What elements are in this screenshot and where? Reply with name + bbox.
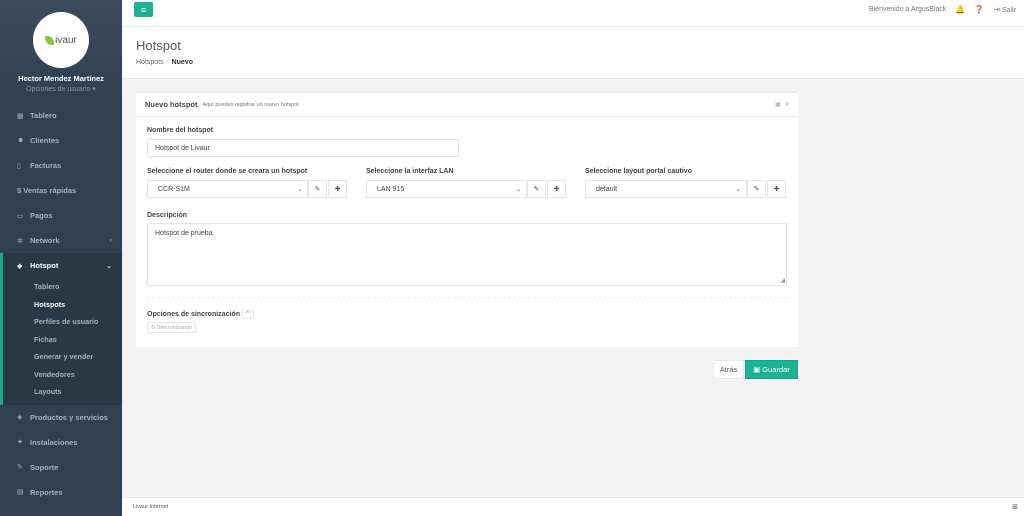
edit-layout-button[interactable]: ✎ <box>747 180 766 198</box>
submenu-item-generar[interactable]: Generar y vender <box>3 348 122 366</box>
welcome-text: Bienvenido a ArgusBlack <box>868 6 947 13</box>
sync-button[interactable]: ↻ Sincronizando <box>147 322 196 333</box>
sidebar-item-clientes[interactable]: ☻ Clientes <box>0 128 122 153</box>
edit-icon: ✎ <box>533 186 540 193</box>
divider <box>147 297 787 298</box>
sidebar-item-facturas[interactable]: ▯ Facturas <box>0 153 122 178</box>
sidebar-item-hotspot[interactable]: ◆ Hotspot ⌄ <box>0 253 122 278</box>
network-icon: ✲ <box>17 237 23 245</box>
tag-icon: ◈ <box>17 414 23 421</box>
dashboard-icon: ▦ <box>17 112 24 120</box>
plus-icon: ✚ <box>334 186 341 193</box>
chevron-up-icon: ⌃ <box>241 310 254 319</box>
footer: Livaur Internet ⊞ <box>122 497 1024 516</box>
refresh-icon: ↻ <box>151 324 156 331</box>
tool-icon: ✎ <box>17 464 23 471</box>
leaf-icon <box>45 35 55 45</box>
edit-icon: ✎ <box>314 186 321 193</box>
sync-options-label[interactable]: Opciones de sincronización ⌃ <box>147 310 254 319</box>
chevron-down-icon: ⌄ <box>106 262 112 270</box>
lan-label: Seleccione la interfaz LAN <box>366 168 454 175</box>
plus-icon: ✚ <box>773 186 780 193</box>
sidebar: ivaur Hector Mendez Martínez Opciones de… <box>0 0 122 516</box>
save-icon[interactable]: ▣ <box>775 101 781 108</box>
book-icon: ▤ <box>17 489 24 496</box>
chevron-down-icon: ⌄ <box>735 186 741 193</box>
sidebar-item-soporte[interactable]: ✎ Soporte <box>0 455 122 480</box>
users-icon: ☻ <box>17 137 25 144</box>
money-icon: ▭ <box>17 212 24 220</box>
user-options-dropdown[interactable]: Opciones de usuario ▾ <box>0 85 122 93</box>
submenu-item-layouts[interactable]: Layouts <box>3 383 122 401</box>
chevron-down-icon: ⌄ <box>296 186 302 193</box>
hamburger-icon: ≡ <box>140 4 147 15</box>
sign-out-icon: ⇥ <box>993 5 1001 14</box>
router-select[interactable]: CCR-S1M ⌄ <box>147 180 308 198</box>
add-router-button[interactable]: ✚ <box>328 180 347 198</box>
help-icon[interactable]: ❓ <box>974 5 984 14</box>
add-lan-button[interactable]: ✚ <box>547 180 566 198</box>
sidebar-item-productos[interactable]: ◈ Productos y servicios <box>0 405 122 430</box>
panel-title: Nuevo hotspot <box>145 100 198 109</box>
sidebar-item-instalaciones[interactable]: ✦ Instalaciones <box>0 430 122 455</box>
floppy-icon: ▣ <box>753 365 761 374</box>
panel-tools: ▣ ✕ <box>775 101 790 108</box>
description-label: Descripción <box>147 212 188 219</box>
edit-icon: ✎ <box>753 186 760 193</box>
chevron-left-icon: ‹ <box>109 237 112 244</box>
plus-icon: ✚ <box>553 186 560 193</box>
description-textarea[interactable]: Hotspot de prueba ◢ <box>147 223 787 286</box>
sidebar-item-reportes[interactable]: ▤ Reportes <box>0 480 122 505</box>
back-button[interactable]: Atrás <box>713 360 744 379</box>
page-title: Hotspot <box>136 38 181 53</box>
submenu-item-tablero[interactable]: Tablero <box>3 278 122 296</box>
bell-icon[interactable]: 🔔 <box>955 5 965 14</box>
new-hotspot-panel: Nuevo hotspot Aquí puedes registrar un n… <box>136 91 798 347</box>
footer-text: Livaur Internet <box>133 504 169 510</box>
user-name: Hector Mendez Martínez <box>18 74 104 83</box>
menu-toggle-button[interactable]: ≡ <box>134 2 153 17</box>
hotspot-name-input[interactable]: Hotspot de Livaur <box>147 139 459 157</box>
save-button[interactable]: ▣ Guardar <box>745 360 798 379</box>
submenu-item-fichas[interactable]: Fichas <box>3 331 122 349</box>
lan-select[interactable]: LAN 915 ⌄ <box>366 180 527 198</box>
breadcrumb-nuevo: Nuevo <box>171 59 193 66</box>
submenu-item-perfiles[interactable]: Perfiles de usuario <box>3 313 122 331</box>
wifi-icon: ◆ <box>17 262 23 270</box>
edit-lan-button[interactable]: ✎ <box>527 180 546 198</box>
sidebar-item-pagos[interactable]: ▭ Pagos <box>0 203 122 228</box>
topbar-right: Bienvenido a ArgusBlack 🔔 ❓ ⇥ Salir <box>869 5 1016 14</box>
hotspot-name-label: Nombre del hotspot <box>147 127 214 134</box>
edit-router-button[interactable]: ✎ <box>308 180 327 198</box>
resize-handle-icon[interactable]: ◢ <box>780 277 785 284</box>
chevron-down-icon: ⌄ <box>515 186 521 193</box>
sidebar-item-network[interactable]: ✲ Network ‹ <box>0 228 122 253</box>
hotspot-submenu: Tablero Hotspots Perfiles de usuario Fic… <box>0 278 122 405</box>
router-label: Seleccione el router donde se creara un … <box>147 168 308 175</box>
sitemap-icon[interactable]: ⊞ <box>1012 503 1018 511</box>
breadcrumb: Hotspots / Nuevo <box>136 59 193 66</box>
sidebar-nav: ▦ Tablero ☻ Clientes ▯ Facturas $ Ventas rá… <box>0 103 122 505</box>
page-heading: Hotspot Hotspots / Nuevo <box>122 27 1024 79</box>
add-layout-button[interactable]: ✚ <box>767 180 786 198</box>
logout-link[interactable]: ⇥ Salir <box>993 5 1016 14</box>
close-icon[interactable]: ✕ <box>785 101 790 108</box>
panel-header: Nuevo hotspot Aquí puedes registrar un n… <box>136 93 798 117</box>
profile-section: ivaur Hector Mendez Martínez Opciones de… <box>0 0 122 103</box>
layout-select[interactable]: default ⌄ <box>585 180 747 198</box>
wrench-icon: ✦ <box>17 439 23 446</box>
breadcrumb-hotspots[interactable]: Hotspots <box>136 59 164 66</box>
layout-label: Seleccione layout portal cautivo <box>585 168 692 175</box>
panel-subtitle: Aquí puedes registrar un nuevo hotspot <box>202 101 299 108</box>
submenu-item-vendedores[interactable]: Vendedores <box>3 366 122 384</box>
sidebar-item-tablero[interactable]: ▦ Tablero <box>0 103 122 128</box>
sidebar-item-ventas[interactable]: $ Ventas rápidas <box>0 178 122 203</box>
file-icon: ▯ <box>17 162 21 170</box>
logo-text: ivaur <box>55 34 77 46</box>
top-navbar: ≡ Bienvenido a ArgusBlack 🔔 ❓ ⇥ Salir <box>122 0 1024 27</box>
submenu-item-hotspots[interactable]: Hotspots <box>3 296 122 314</box>
brand-logo: ivaur <box>33 12 89 68</box>
